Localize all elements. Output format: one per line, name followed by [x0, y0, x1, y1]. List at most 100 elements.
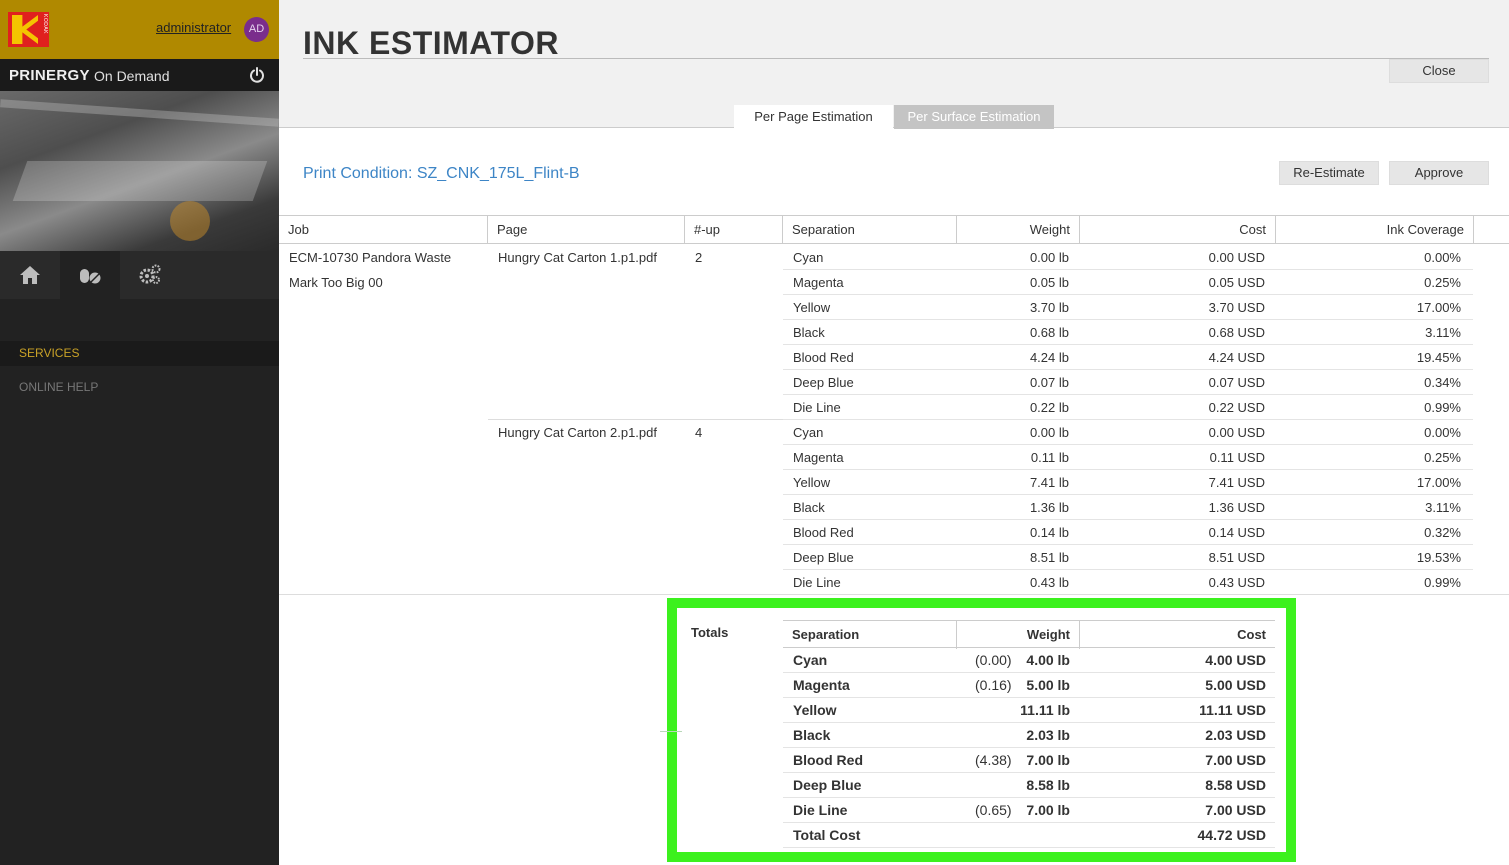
totals-label: Totals: [691, 625, 729, 640]
totals-cost: 4.00 USD: [1205, 652, 1266, 668]
weight-value: 0.68 lb: [1029, 325, 1069, 340]
weight-value: 8.51 lb: [1029, 550, 1069, 565]
cost-value: 7.41 USD: [1208, 475, 1265, 490]
weight-value: 1.36 lb: [1029, 500, 1069, 515]
home-icon: [20, 266, 40, 284]
separation-name: Yellow: [793, 300, 831, 315]
brand-name: PRINERGY: [9, 67, 90, 84]
power-icon[interactable]: [249, 67, 265, 83]
separation-name: Magenta: [793, 450, 844, 465]
totals-adjustment: (0.00): [975, 652, 1012, 668]
column-header-cost[interactable]: Cost: [1080, 216, 1276, 244]
table-row: Die Line 0.43 lb 0.43 USD 0.99%: [783, 570, 1473, 595]
main-panel: INK ESTIMATOR Close Per Page Estimation …: [279, 0, 1509, 865]
totals-adjustment: (4.38): [975, 752, 1012, 768]
column-header-nup[interactable]: #-up: [685, 216, 783, 244]
cost-value: 0.11 USD: [1209, 450, 1265, 465]
nav-icon-row: [0, 251, 279, 299]
approve-button[interactable]: Approve: [1389, 161, 1489, 185]
table-row: Blood Red 0.14 lb 0.14 USD 0.32%: [783, 520, 1473, 545]
page-name: Hungry Cat Carton 1.p1.pdf: [498, 250, 657, 265]
page-name: Hungry Cat Carton 2.p1.pdf: [498, 425, 657, 440]
coverage-value: 0.25%: [1424, 275, 1461, 290]
table-row: Black 1.36 lb 1.36 USD 3.11%: [783, 495, 1473, 520]
cost-value: 0.00 USD: [1208, 425, 1265, 440]
separation-name: Die Line: [793, 575, 841, 590]
re-estimate-button[interactable]: Re-Estimate: [1279, 161, 1379, 185]
column-header-ink-coverage[interactable]: Ink Coverage: [1276, 216, 1474, 244]
coverage-value: 0.34%: [1424, 375, 1461, 390]
table-header: Job Page #-up Separation Weight Cost Ink…: [279, 215, 1509, 244]
totals-cost: 7.00 USD: [1205, 802, 1266, 818]
coverage-value: 0.00%: [1424, 250, 1461, 265]
separation-name: Cyan: [793, 425, 824, 440]
page-title: INK ESTIMATOR: [303, 25, 559, 61]
totals-adjustment: (0.65): [975, 802, 1012, 818]
sidebar-item-services[interactable]: SERVICES: [0, 341, 279, 366]
column-header-job[interactable]: Job: [279, 216, 488, 244]
table-bottom-border: [279, 594, 1509, 595]
table-row: Deep Blue 8.51 lb 8.51 USD 19.53%: [783, 545, 1473, 570]
page-nup: 2: [695, 250, 703, 265]
weight-value: 0.14 lb: [1029, 525, 1069, 540]
coverage-value: 0.99%: [1424, 400, 1461, 415]
table-row: Blood Red 4.24 lb 4.24 USD 19.45%: [783, 345, 1473, 370]
close-button[interactable]: Close: [1389, 59, 1489, 83]
totals-separation: Yellow: [793, 702, 837, 718]
totals-weight: 5.00 lb: [1026, 677, 1070, 693]
cursor-marker: [660, 731, 682, 732]
cost-value: 0.22 USD: [1208, 400, 1265, 415]
cost-value: 0.14 USD: [1208, 525, 1265, 540]
weight-value: 0.00 lb: [1029, 250, 1069, 265]
table-row: Cyan 0.00 lb 0.00 USD 0.00%: [783, 420, 1473, 445]
coverage-value: 0.99%: [1424, 575, 1461, 590]
nav-services[interactable]: [60, 251, 120, 299]
header: INK ESTIMATOR Close Per Page Estimation …: [279, 0, 1509, 129]
cost-value: 0.68 USD: [1208, 325, 1265, 340]
table-row: Yellow 7.41 lb 7.41 USD 17.00%: [783, 470, 1473, 495]
page-nup: 4: [695, 425, 703, 440]
column-header-separation[interactable]: Separation: [783, 216, 957, 244]
nav-home[interactable]: [0, 251, 60, 299]
coverage-value: 0.25%: [1424, 450, 1461, 465]
user-name-link[interactable]: administrator: [156, 20, 231, 35]
coverage-value: 0.00%: [1424, 425, 1461, 440]
totals-row: Black 2.03 lb 2.03 USD: [783, 723, 1275, 748]
column-header-weight[interactable]: Weight: [957, 216, 1080, 244]
coverage-value: 0.32%: [1424, 525, 1461, 540]
totals-header: Separation Weight Cost: [783, 620, 1275, 649]
weight-value: 7.41 lb: [1029, 475, 1069, 490]
tab-per-page-estimation[interactable]: Per Page Estimation: [734, 105, 893, 129]
total-cost-value: 44.72 USD: [1197, 827, 1266, 843]
totals-row: Magenta (0.16) 5.00 lb 5.00 USD: [783, 673, 1275, 698]
table-row: Magenta 0.11 lb 0.11 USD 0.25%: [783, 445, 1473, 470]
sidebar-item-online-help[interactable]: ONLINE HELP: [19, 380, 98, 394]
totals-separation: Black: [793, 727, 831, 743]
totals-weight: 7.00 lb: [1026, 802, 1070, 818]
separation-name: Deep Blue: [793, 375, 854, 390]
nav-settings[interactable]: [120, 251, 180, 299]
coverage-value: 17.00%: [1416, 475, 1461, 490]
coverage-value: 19.53%: [1416, 550, 1461, 565]
press-photo: [0, 91, 279, 251]
tab-per-surface-estimation[interactable]: Per Surface Estimation: [894, 105, 1054, 129]
kodak-logo: KODAK: [8, 12, 49, 47]
totals-weight: 4.00 lb: [1026, 652, 1070, 668]
separation-name: Black: [793, 500, 825, 515]
weight-value: 0.05 lb: [1029, 275, 1069, 290]
totals-weight: 8.58 lb: [1026, 777, 1070, 793]
separation-name: Yellow: [793, 475, 831, 490]
column-header-page[interactable]: Page: [488, 216, 685, 244]
totals-weight: 2.03 lb: [1026, 727, 1070, 743]
table-row: Die Line 0.22 lb 0.22 USD 0.99%: [783, 395, 1473, 420]
table-row: Black 0.68 lb 0.68 USD 3.11%: [783, 320, 1473, 345]
total-cost-row: Total Cost 44.72 USD: [783, 823, 1275, 848]
coverage-value: 3.11%: [1425, 325, 1461, 340]
avatar[interactable]: AD: [244, 17, 269, 42]
separation-name: Black: [793, 325, 825, 340]
coverage-value: 3.11%: [1425, 500, 1461, 515]
kodak-k-mark: [12, 15, 38, 44]
cost-value: 0.43 USD: [1208, 575, 1265, 590]
brand-bar: PRINERGY On Demand: [0, 59, 279, 91]
weight-value: 0.43 lb: [1029, 575, 1069, 590]
